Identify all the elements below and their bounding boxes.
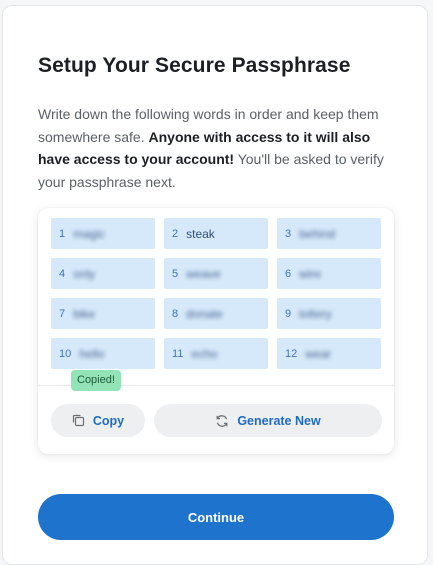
word-cell-4: 4 only	[51, 258, 155, 289]
copy-label: Copy	[92, 413, 125, 428]
generate-new-button[interactable]: Generate New	[154, 404, 382, 437]
refresh-icon	[215, 414, 229, 428]
word-grid: 1 magic 2 steak 3 behind 4 only 5 weave 6 wire…	[51, 218, 381, 369]
word-cell-12: 12 wear	[277, 338, 381, 369]
word-text: hello	[79, 346, 105, 361]
copied-badge: Copied!	[71, 370, 121, 391]
word-cell-8: 8 donate	[164, 298, 268, 329]
word-text: wire	[299, 266, 322, 281]
word-number: 10	[59, 347, 72, 360]
page-title: Setup Your Secure Passphrase	[38, 54, 351, 77]
word-cell-2: 2 steak	[164, 218, 268, 249]
word-cell-6: 6 wire	[277, 258, 381, 289]
word-cell-10: 10 hello	[51, 338, 155, 369]
word-text: bike	[73, 306, 96, 321]
word-cell-7: 7 bike	[51, 298, 155, 329]
word-number: 12	[285, 347, 298, 360]
word-text: behind	[299, 226, 336, 241]
word-number: 9	[285, 307, 292, 320]
word-cell-3: 3 behind	[277, 218, 381, 249]
passphrase-card: 1 magic 2 steak 3 behind 4 only 5 weave 6 wire…	[38, 208, 394, 454]
word-cell-5: 5 weave	[164, 258, 268, 289]
word-text: donate	[186, 306, 223, 321]
word-text: steak	[186, 226, 215, 241]
word-number: 3	[285, 227, 292, 240]
word-number: 2	[172, 227, 179, 240]
word-cell-11: 11 echo	[164, 338, 268, 369]
description: Write down the following words in order …	[38, 103, 398, 193]
word-number: 6	[285, 267, 292, 280]
word-number: 7	[59, 307, 66, 320]
word-text: magic	[73, 226, 106, 241]
word-cell-9: 9 lottery	[277, 298, 381, 329]
word-text: weave	[186, 266, 221, 281]
generate-new-label: Generate New	[237, 413, 321, 428]
word-text: wear	[305, 346, 332, 361]
word-number: 5	[172, 267, 179, 280]
word-text: only	[73, 266, 96, 281]
copy-icon	[72, 414, 85, 427]
word-number: 4	[59, 267, 66, 280]
word-cell-1: 1 magic	[51, 218, 155, 249]
word-text: echo	[191, 346, 218, 361]
continue-button[interactable]: Continue	[38, 494, 394, 540]
word-text: lottery	[299, 306, 332, 321]
word-number: 1	[59, 227, 66, 240]
copy-button[interactable]: Copy	[51, 404, 145, 437]
word-number: 11	[172, 347, 184, 360]
word-number: 8	[172, 307, 179, 320]
